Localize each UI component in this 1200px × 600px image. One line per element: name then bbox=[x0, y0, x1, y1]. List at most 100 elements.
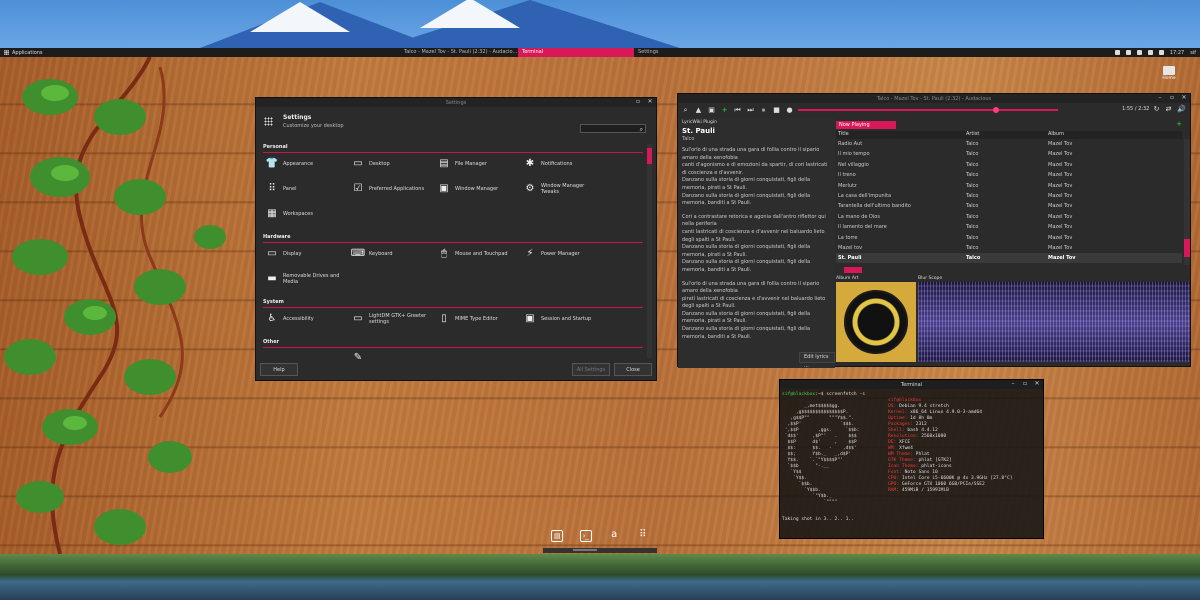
notification-icon[interactable] bbox=[1125, 50, 1131, 55]
settings-item-other[interactable]: ✎ bbox=[352, 352, 440, 359]
repeat-icon[interactable]: ↻ bbox=[1153, 105, 1160, 113]
files-icon[interactable]: ▤ bbox=[551, 530, 564, 542]
help-button[interactable]: Help bbox=[260, 363, 298, 376]
minimize-icon[interactable]: – bbox=[1157, 95, 1163, 101]
column-header-album[interactable]: Album bbox=[1048, 131, 1064, 137]
playlist-row[interactable]: Merlutz Talco Mazel Tov bbox=[836, 181, 1182, 191]
terminal-titlebar[interactable]: Terminal – ▫ ✕ bbox=[780, 380, 1043, 389]
applications-menu-button[interactable]: Applications bbox=[0, 48, 47, 57]
audacious-icon[interactable]: a bbox=[608, 530, 620, 542]
volume-icon[interactable] bbox=[1114, 50, 1120, 55]
audacious-titlebar[interactable]: Talco - Mazel Tov - St. Pauli (2:32) - A… bbox=[678, 94, 1190, 103]
settings-item-workspaces[interactable]: ▦ Workspaces bbox=[266, 208, 354, 220]
playlist-tab-now-playing[interactable]: Now Playing bbox=[836, 121, 896, 129]
open-files-icon[interactable]: ▲ bbox=[695, 106, 702, 114]
settings-item-notifications[interactable]: ✱ Notifications bbox=[524, 158, 612, 170]
column-header-artist[interactable]: Artist bbox=[966, 131, 979, 137]
close-icon[interactable]: ✕ bbox=[647, 99, 653, 105]
clipboard-icon[interactable] bbox=[1158, 50, 1164, 55]
settings-item-removable-drives[interactable]: ▬ Removable Drives and Media bbox=[266, 273, 354, 285]
add-playlist-icon[interactable]: + bbox=[1176, 120, 1182, 128]
settings-titlebar[interactable]: Settings ▫ ✕ bbox=[256, 98, 656, 107]
close-icon[interactable]: ✕ bbox=[1034, 381, 1040, 387]
pause-icon[interactable]: ⏸ bbox=[760, 106, 767, 115]
terminal-icon[interactable]: ›_ bbox=[579, 530, 592, 542]
search-library-icon[interactable]: ⌕ bbox=[682, 106, 689, 115]
clock[interactable]: 17:27 bbox=[1170, 50, 1184, 56]
playlist-row[interactable]: La casa dell'impunita Talco Mazel Tov bbox=[836, 191, 1182, 201]
maximize-icon[interactable]: ▫ bbox=[1169, 95, 1175, 101]
playlist-row[interactable]: Il lamento del mare Talco Mazel Tov bbox=[836, 222, 1182, 232]
terminal-window-title: Terminal bbox=[900, 381, 923, 388]
close-icon[interactable]: ✕ bbox=[1181, 95, 1187, 101]
edit-lyrics-button[interactable]: Edit lyrics ... bbox=[799, 352, 835, 369]
playlist-row[interactable]: Il mio tempo Talco Mazel Tov bbox=[836, 149, 1182, 159]
apps-grid-icon bbox=[4, 50, 9, 55]
network-icon[interactable] bbox=[1147, 50, 1153, 55]
ascii-logo-line: `"Y$b._ bbox=[782, 494, 832, 499]
settings-item-session-startup[interactable]: ▣ Session and Startup bbox=[524, 313, 612, 325]
add-icon[interactable]: + bbox=[721, 106, 728, 114]
settings-item-file-manager[interactable]: ▤ File Manager bbox=[438, 158, 526, 170]
settings-item-preferred-applications[interactable]: ☑ Preferred Applications bbox=[352, 183, 440, 195]
column-header-title[interactable]: Title bbox=[838, 131, 849, 137]
settings-item-window-manager[interactable]: ▣ Window Manager bbox=[438, 183, 526, 195]
desktop-icon-home[interactable]: Home bbox=[1158, 66, 1180, 81]
row-artist: Talco bbox=[966, 203, 979, 210]
seek-slider[interactable] bbox=[798, 107, 1058, 113]
next-icon[interactable]: ⏭ bbox=[747, 106, 754, 115]
record-icon[interactable]: ● bbox=[786, 106, 793, 114]
playlist-scrollbar[interactable] bbox=[1184, 139, 1190, 265]
seek-knob[interactable] bbox=[992, 107, 999, 113]
ascii-logo-line: ,g$$$$$$$$$$$$$$$P. bbox=[782, 410, 849, 415]
maximize-icon[interactable]: ▫ bbox=[635, 99, 641, 105]
settings-search-input[interactable]: ⌕ bbox=[580, 124, 646, 133]
close-button[interactable]: Close bbox=[614, 363, 652, 376]
settings-item-display[interactable]: ▭ Display bbox=[266, 248, 354, 260]
maximize-icon[interactable]: ▫ bbox=[1022, 381, 1028, 387]
item-label: Removable Drives and Media bbox=[283, 273, 340, 285]
previous-icon[interactable]: ⏮ bbox=[734, 106, 741, 115]
taskbar-item-audacious[interactable]: Talco - Mazel Tov - St. Pauli (2:32) - A… bbox=[400, 48, 518, 57]
playlist-row[interactable]: Mazel tov Talco Mazel Tov bbox=[836, 243, 1182, 253]
taskbar-item-settings[interactable]: Settings bbox=[634, 48, 674, 57]
terminal-output[interactable]: sif@blackbox:~$ screenfetch -s sif@black… bbox=[782, 391, 1042, 537]
user-menu[interactable]: sif bbox=[1190, 50, 1196, 56]
playlist-row[interactable]: La torre Talco Mazel Tov bbox=[836, 233, 1182, 243]
sysinfo-line: Shell: bash 4.4.12 bbox=[888, 428, 938, 433]
category-divider bbox=[263, 347, 643, 348]
playlist-row[interactable]: Radio Aut Talco Mazel Tov bbox=[836, 139, 1182, 149]
settings-item-lightdm-greeter[interactable]: ▭ LightDM GTK+ Greeter settings bbox=[352, 313, 440, 325]
playlist-row[interactable]: St. Pauli Talco Mazel Tov bbox=[836, 253, 1182, 264]
gears-icon: ⚙ bbox=[525, 183, 535, 194]
lyrics-paragraph: Sul'orlo di una strada una gara di folli… bbox=[682, 280, 826, 340]
all-settings-button[interactable]: All Settings bbox=[572, 363, 610, 376]
taskbar-item-terminal[interactable]: Terminal bbox=[518, 48, 634, 57]
scrollbar-thumb[interactable] bbox=[1184, 239, 1190, 257]
sysinfo-value: Phlat bbox=[912, 452, 930, 457]
playlist-row[interactable]: Il treno Talco Mazel Tov bbox=[836, 170, 1182, 180]
settings-item-mime-type-editor[interactable]: ▯ MIME Type Editor bbox=[438, 313, 526, 325]
settings-scrollbar[interactable] bbox=[647, 144, 652, 358]
playlist-row[interactable]: La mano de Dios Talco Mazel Tov bbox=[836, 212, 1182, 222]
settings-item-appearance[interactable]: 👕 Appearance bbox=[266, 158, 354, 170]
settings-item-keyboard[interactable]: ⌨ Keyboard bbox=[351, 248, 440, 260]
bluetooth-icon[interactable] bbox=[1136, 50, 1142, 55]
playlist-row[interactable]: Tarantella dell'ultimo bandito Talco Mazel… bbox=[836, 201, 1182, 211]
volume-icon[interactable]: 🔊 bbox=[1177, 105, 1186, 113]
minimize-icon[interactable]: – bbox=[1010, 381, 1016, 387]
stop-icon[interactable]: ■ bbox=[773, 106, 780, 114]
playlist-row[interactable]: Nel villaggio Talco Mazel Tov bbox=[836, 160, 1182, 170]
settings-item-panel[interactable]: ⠿ Panel bbox=[266, 183, 354, 195]
row-title: Nel villaggio bbox=[838, 161, 869, 168]
scrollbar-thumb[interactable] bbox=[647, 148, 652, 164]
add-files-icon[interactable]: ▣ bbox=[708, 106, 715, 114]
settings-item-mouse-touchpad[interactable]: 🖱 Mouse and Touchpad bbox=[438, 248, 526, 260]
settings-item-accessibility[interactable]: ♿ Accessibility bbox=[266, 313, 354, 325]
shuffle-icon[interactable]: ⇄ bbox=[1165, 105, 1172, 113]
app-grid-icon[interactable]: ⠿ bbox=[637, 530, 649, 542]
settings-item-window-manager-tweaks[interactable]: ⚙ Window Manager Tweaks bbox=[524, 183, 612, 195]
settings-item-power-manager[interactable]: ⚡ Power Manager bbox=[524, 248, 612, 260]
display-icon: ▭ bbox=[267, 248, 277, 259]
settings-item-desktop[interactable]: ▭ Desktop bbox=[352, 158, 440, 170]
